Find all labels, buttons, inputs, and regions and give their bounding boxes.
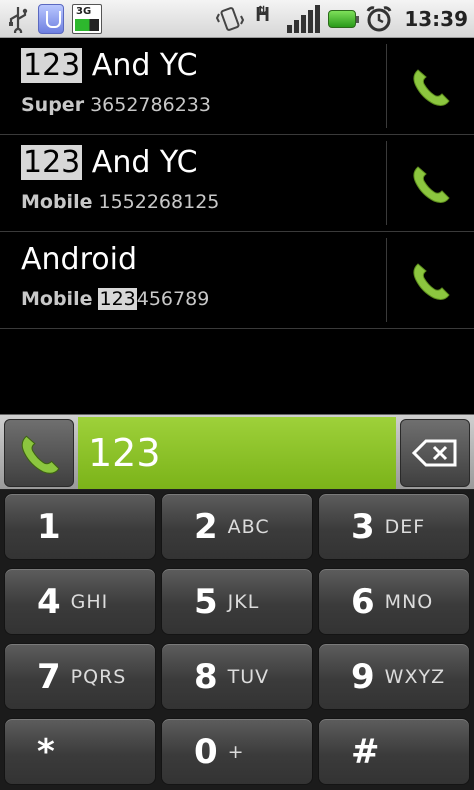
usb-icon <box>6 4 30 34</box>
hsdpa-icon: H ⇅ <box>255 3 270 26</box>
3g-signal-icon: 3G <box>72 3 102 34</box>
battery-icon <box>328 4 360 34</box>
matched-text: 123 <box>21 145 83 180</box>
key-digit: 7 <box>37 656 61 697</box>
uploader-icon <box>38 3 64 34</box>
phone-number: 123456789 <box>98 288 209 310</box>
key-9[interactable]: 9 WXYZ <box>318 643 470 710</box>
key-6[interactable]: 6 MNO <box>318 568 470 635</box>
key-2[interactable]: 2 ABC <box>161 493 313 560</box>
status-clock: 13:39 <box>404 6 468 31</box>
row-divider <box>386 44 387 128</box>
status-bar: 3G H ⇅ 13:39 <box>0 0 474 38</box>
contact-name-text: And YC <box>82 48 198 83</box>
key-1[interactable]: 1 <box>4 493 156 560</box>
key-digit: # <box>351 731 380 772</box>
key-5[interactable]: 5 JKL <box>161 568 313 635</box>
contact-row[interactable]: Android Mobile 123456789 <box>0 232 474 329</box>
alarm-icon <box>364 4 394 34</box>
key-3[interactable]: 3 DEF <box>318 493 470 560</box>
dial-button[interactable] <box>4 419 74 487</box>
key-star[interactable]: * <box>4 718 156 785</box>
key-digit: 2 <box>194 506 218 547</box>
key-digit: 1 <box>37 506 61 547</box>
key-letters: + <box>227 740 245 763</box>
key-digit: 0 <box>194 731 218 772</box>
row-divider <box>386 238 387 322</box>
key-letters: MNO <box>384 590 434 613</box>
matched-text: 123 <box>98 288 137 310</box>
key-7[interactable]: 7 PQRS <box>4 643 156 710</box>
phone-type: Mobile <box>21 288 93 310</box>
key-pound[interactable]: # <box>318 718 470 785</box>
network-label: 3G <box>76 5 92 17</box>
key-0[interactable]: 0 + <box>161 718 313 785</box>
key-letters: DEF <box>384 515 426 538</box>
backspace-icon <box>412 439 457 467</box>
signal-strength-icon <box>287 4 321 33</box>
contact-number-line: Super 3652786233 <box>21 94 211 116</box>
key-digit: 6 <box>351 581 375 622</box>
contact-row[interactable]: 123 And YC Mobile 1552268125 <box>0 135 474 232</box>
contact-name: 123 And YC <box>21 48 198 83</box>
key-digit: 3 <box>351 506 375 547</box>
phone-number: 1552268125 <box>98 191 219 213</box>
phone-number-text: 1552268125 <box>98 191 220 213</box>
key-digit: 8 <box>194 656 218 697</box>
phone-number: 3652786233 <box>90 94 211 116</box>
key-letters: TUV <box>227 665 270 688</box>
contact-row[interactable]: 123 And YC Super 3652786233 <box>0 38 474 135</box>
vibrate-icon <box>215 4 245 34</box>
key-8[interactable]: 8 TUV <box>161 643 313 710</box>
key-digit: 4 <box>37 581 61 622</box>
call-icon[interactable] <box>408 64 452 108</box>
key-digit: * <box>37 731 55 772</box>
contact-number-line: Mobile 123456789 <box>21 288 209 310</box>
phone-number-text: 3652786233 <box>90 94 211 116</box>
phone-type: Super <box>21 94 85 116</box>
key-letters: PQRS <box>70 665 127 688</box>
matched-text: 123 <box>21 48 83 83</box>
phone-number-text: 456789 <box>136 288 210 310</box>
contact-name: 123 And YC <box>21 145 198 180</box>
digits-input[interactable]: 123 <box>78 417 396 489</box>
key-letters: WXYZ <box>384 665 446 688</box>
dialpad: 1 2 ABC 3 DEF 4 GHI 5 JKL 6 MNO 7 PQRS 8 TUV 9W… <box>0 490 474 790</box>
key-4[interactable]: 4 GHI <box>4 568 156 635</box>
row-divider <box>386 141 387 225</box>
call-icon[interactable] <box>408 161 452 205</box>
call-icon[interactable] <box>408 258 452 302</box>
key-letters: ABC <box>227 515 270 538</box>
phone-icon <box>21 435 60 474</box>
key-digit: 5 <box>194 581 218 622</box>
key-letters: GHI <box>70 590 109 613</box>
contact-name: Android <box>21 242 137 277</box>
contact-suggestion-list: 123 And YC Super 3652786233 123 And YC Mo… <box>0 38 474 329</box>
contact-name-text: And YC <box>82 145 198 180</box>
key-digit: 9 <box>351 656 375 697</box>
contact-number-line: Mobile 1552268125 <box>21 191 219 213</box>
backspace-button[interactable] <box>400 419 470 487</box>
key-letters: JKL <box>227 590 260 613</box>
digits-bar: 123 <box>0 414 474 490</box>
phone-type: Mobile <box>21 191 93 213</box>
contact-name-text: Android <box>21 242 137 277</box>
